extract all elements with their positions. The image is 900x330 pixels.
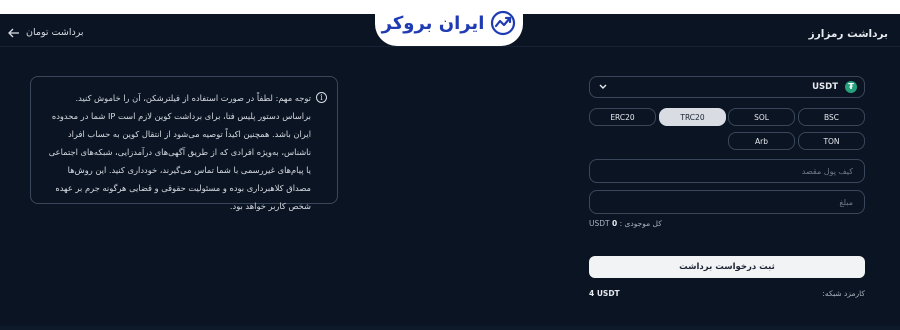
notice-box: i توجه مهم: لطفاً در صورت استفاده از فیل… bbox=[30, 76, 338, 211]
header-divider bbox=[0, 46, 900, 47]
toman-withdraw-label: برداشت تومان bbox=[26, 27, 84, 38]
balance-label: کل موجودی : bbox=[619, 219, 662, 228]
balance-value: 0 bbox=[612, 219, 618, 228]
info-icon: i bbox=[316, 92, 327, 103]
network-fee-value: 4 USDT bbox=[589, 289, 620, 298]
wallet-address-input[interactable] bbox=[589, 159, 865, 183]
currency-select[interactable]: USDT ₮ bbox=[589, 76, 865, 98]
balance-info: کل موجودی : USDT 0 bbox=[589, 219, 679, 228]
chevron-down-icon bbox=[599, 84, 607, 89]
submit-withdraw-button[interactable]: ثبت درخواست برداشت bbox=[589, 256, 865, 278]
network-chip-arb[interactable]: Arb bbox=[728, 132, 795, 150]
toman-withdraw-link[interactable]: برداشت تومان bbox=[8, 27, 84, 38]
logo-text: ایران بروکر bbox=[381, 12, 485, 34]
logo[interactable]: ایران بروکر bbox=[375, 0, 523, 46]
network-fee-label: کارمزد شبکه: bbox=[822, 289, 865, 298]
network-chip-bsc[interactable]: BSC bbox=[798, 108, 865, 126]
tether-icon: ₮ bbox=[845, 81, 857, 93]
network-chip-ton[interactable]: TON bbox=[798, 132, 865, 150]
bottom-edge bbox=[0, 326, 900, 330]
balance-unit: USDT bbox=[589, 219, 610, 228]
network-chip-trc20[interactable]: TRC20 bbox=[659, 108, 726, 126]
network-chip-erc20[interactable]: ERC20 bbox=[589, 108, 656, 126]
network-chip-sol[interactable]: SOL bbox=[728, 108, 795, 126]
amount-input[interactable] bbox=[589, 190, 865, 214]
logo-chart-icon bbox=[491, 10, 516, 36]
page-title: برداشت رمزارز bbox=[808, 28, 888, 40]
arrow-left-icon bbox=[8, 28, 19, 37]
notice-text: توجه مهم: لطفاً در صورت استفاده از فیلتر… bbox=[48, 93, 311, 211]
currency-label: USDT bbox=[812, 82, 838, 92]
